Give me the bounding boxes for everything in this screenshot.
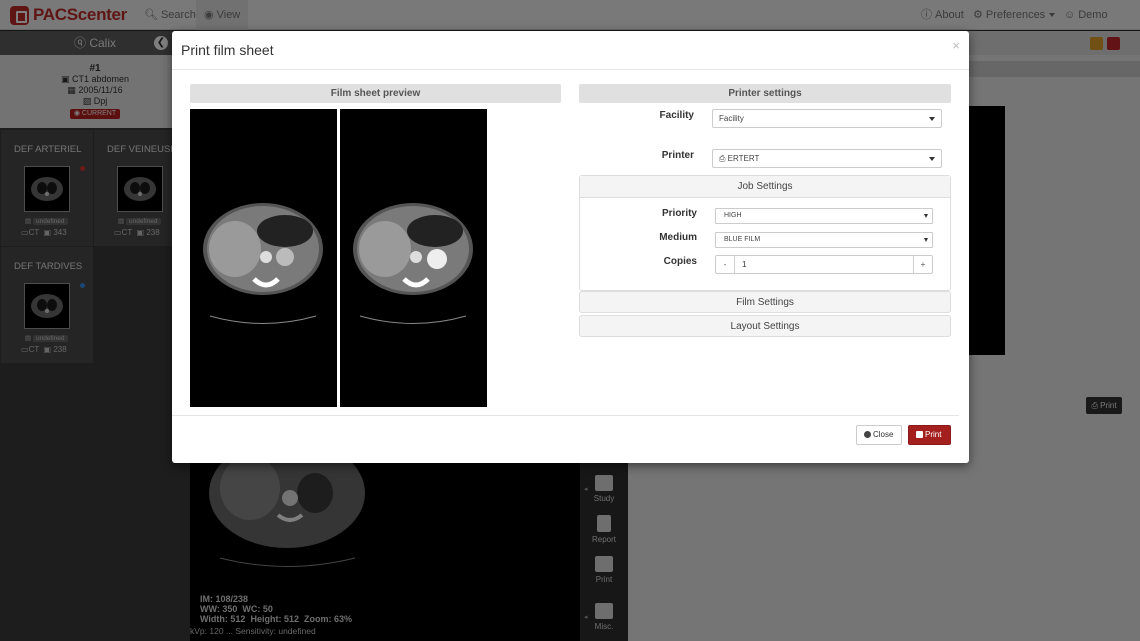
copies-stepper: - 1 + [715, 255, 933, 274]
medium-label: Medium [659, 232, 697, 243]
film-settings-panel[interactable]: Film Settings [579, 291, 951, 313]
divider [172, 415, 959, 416]
medium-select[interactable]: BLUE FILM [715, 232, 933, 248]
film-frame-1[interactable] [190, 109, 337, 407]
printer-label: Printer [661, 150, 694, 161]
job-settings-header[interactable]: Job Settings [580, 176, 950, 198]
film-preview-header: Film sheet preview [190, 84, 561, 103]
facility-select[interactable]: Facility [712, 109, 942, 128]
priority-label: Priority [661, 208, 697, 219]
close-button[interactable]: Close [856, 425, 902, 445]
print-button[interactable]: Print [908, 425, 951, 445]
copies-input[interactable]: 1 [742, 256, 746, 273]
priority-select[interactable]: HIGH [715, 208, 933, 224]
print-film-sheet-dialog: Print film sheet × Film sheet preview Pr… [172, 31, 969, 463]
film-frame-2[interactable] [340, 109, 487, 407]
facility-label: Facility [659, 110, 694, 121]
layout-settings-panel[interactable]: Layout Settings [579, 315, 951, 337]
ct-film-image-2 [353, 203, 473, 324]
dialog-close-x-icon[interactable]: × [952, 38, 960, 53]
close-circle-icon [864, 431, 871, 438]
copies-decrement-button[interactable]: - [716, 256, 735, 273]
printer-icon: ⎙ [719, 154, 726, 163]
printer-icon [916, 431, 923, 438]
ct-film-image-1 [203, 203, 323, 324]
chevron-down-icon [929, 117, 935, 121]
chevron-down-icon [924, 238, 928, 242]
copies-label: Copies [663, 256, 697, 267]
dialog-title: Print film sheet [181, 42, 274, 58]
divider [172, 69, 969, 70]
copies-increment-button[interactable]: + [913, 256, 932, 273]
chevron-down-icon [929, 157, 935, 161]
printer-settings-header: Printer settings [579, 84, 951, 103]
printer-select[interactable]: ⎙ ERTERT [712, 149, 942, 168]
chevron-down-icon [924, 214, 928, 218]
